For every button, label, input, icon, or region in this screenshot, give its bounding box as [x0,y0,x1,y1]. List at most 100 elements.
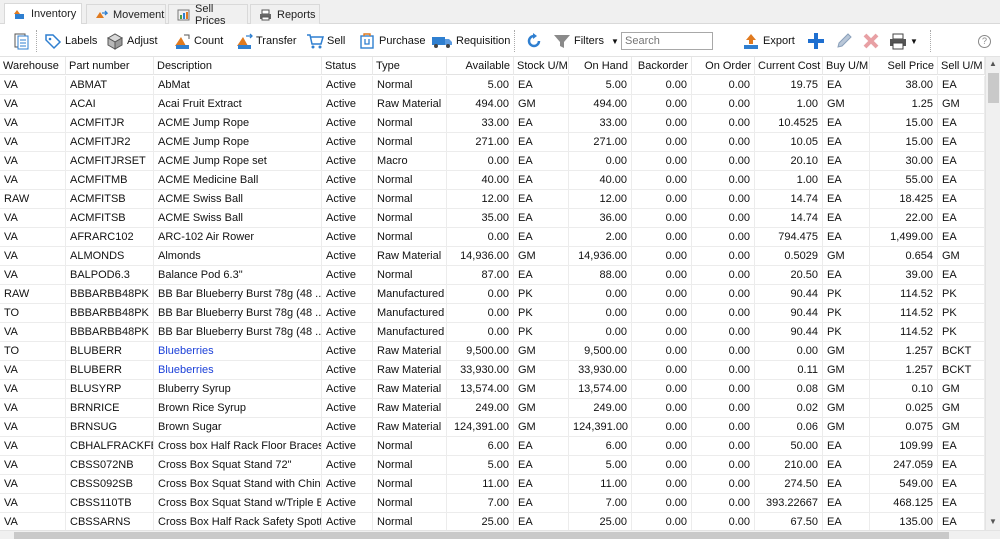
cell-sell-price: 15.00 [870,133,938,152]
table-row[interactable]: VA CBSS110TB Cross Box Squat Stand w/Tripl… [0,494,985,513]
details-button[interactable] [12,30,30,52]
refresh-button[interactable] [525,30,543,52]
labels-button[interactable]: Labels [44,30,97,52]
transfer-button[interactable]: Transfer [235,30,297,52]
tab-sell-prices[interactable]: Sell Prices [168,3,248,27]
cell-on-order: 0.00 [692,418,755,437]
cell-type: Raw Material [373,342,447,361]
search-input[interactable] [621,32,713,50]
table-row[interactable]: VA ALMONDS Almonds Active Raw Material 14,936… [0,247,985,266]
column-header-warehouse[interactable]: Warehouse [0,57,66,75]
help-button[interactable]: ? [978,30,991,52]
column-header-on-order[interactable]: On Order [692,57,755,75]
filters-button[interactable]: Filters [553,30,604,52]
table-row[interactable]: VA BRNSUG Brown Sugar Active Raw Material 124… [0,418,985,437]
vertical-scroll-thumb[interactable] [988,73,999,103]
table-row[interactable]: TO BLUBERR Blueberries Active Raw Material 9,… [0,342,985,361]
cell-sell-um: BCKT [938,342,985,361]
tab-inventory[interactable]: Inventory [4,3,82,24]
edit-button[interactable] [835,30,853,52]
column-header-current-cost[interactable]: Current Cost [755,57,823,75]
table-row[interactable]: VA CBSS092SB Cross Box Squat Stand with Ch… [0,475,985,494]
cell-on-hand: 0.00 [569,323,632,342]
count-label: Count [194,35,224,47]
cell-sell-um: GM [938,418,985,437]
table-row[interactable]: VA ACMFITMB ACME Medicine Ball Active Normal… [0,171,985,190]
table-row[interactable]: VA CBSS072NB Cross Box Squat Stand 72" Acti… [0,456,985,475]
print-button[interactable]: ▼ [889,30,918,52]
cell-type: Raw Material [373,399,447,418]
transfer-label: Transfer [256,35,297,47]
column-header-type[interactable]: Type [373,57,447,75]
table-row[interactable]: VA BLUBERR Blueberries Active Raw Material 33… [0,361,985,380]
column-header-part-number[interactable]: Part number [66,57,154,75]
vertical-scrollbar[interactable]: ▲ ▼ [985,57,1000,530]
tab-reports[interactable]: Reports [250,4,320,24]
export-button[interactable]: Export [742,30,795,52]
cell-warehouse: TO [0,304,66,323]
cell-status: Active [322,342,373,361]
cell-buy-um: EA [823,475,870,494]
column-header-status[interactable]: Status [322,57,373,75]
cell-sell-um: PK [938,304,985,323]
tab-label: Movement [113,8,165,21]
table-row[interactable]: RAW ACMFITSB ACME Swiss Ball Active Normal 12… [0,190,985,209]
delete-button[interactable] [862,30,880,52]
cell-type: Normal [373,437,447,456]
table-row[interactable]: VA ACMFITJR ACME Jump Rope Active Normal 33.0… [0,114,985,133]
count-button[interactable]: Count [173,30,223,52]
cell-available: 33,930.00 [447,361,514,380]
table-row[interactable]: VA BALPOD6.3 Balance Pod 6.3" Active Normal 8… [0,266,985,285]
table-row[interactable]: VA AFRARC102 ARC-102 Air Rower Active Normal… [0,228,985,247]
table-row[interactable]: VA ACMFITJR2 ACME Jump Rope Active Normal 271… [0,133,985,152]
column-header-sell-um[interactable]: Sell U/M [938,57,985,75]
cell-buy-um: EA [823,152,870,171]
table-row[interactable]: TO BBBARBB48PK BB Bar Blueberry Burst 78g … [0,304,985,323]
tab-movement[interactable]: Movement [86,4,166,24]
horizontal-scroll-thumb[interactable] [14,532,949,539]
add-button[interactable] [807,30,825,52]
adjust-button[interactable]: Adjust [106,30,158,52]
cell-backorder: 0.00 [632,285,692,304]
filters-dropdown[interactable]: ▼ [611,30,619,52]
table-row[interactable]: VA ABMAT AbMat Active Normal 5.00 EA 5.00 0.00 0.… [0,76,985,95]
column-header-buy-um[interactable]: Buy U/M [823,57,870,75]
table-row[interactable]: VA BBBARBB48PK BB Bar Blueberry Burst 78g … [0,323,985,342]
cell-warehouse: VA [0,76,66,95]
cell-on-order: 0.00 [692,475,755,494]
column-header-available[interactable]: Available [447,57,514,75]
cell-warehouse: VA [0,437,66,456]
cell-available: 40.00 [447,171,514,190]
column-header-backorder[interactable]: Backorder [632,57,692,75]
cell-on-hand: 33.00 [569,114,632,133]
purchase-button[interactable]: Purchase [358,30,425,52]
sell-label: Sell [327,35,346,47]
table-row[interactable]: VA CBSSARNS Cross Box Half Rack Safety Spo… [0,513,985,530]
scroll-down-icon[interactable]: ▼ [989,517,997,526]
cell-current-cost: 210.00 [755,456,823,475]
cell-backorder: 0.00 [632,304,692,323]
cell-stock-um: EA [514,133,569,152]
table-row[interactable]: VA ACAI Acai Fruit Extract Active Raw Materi… [0,95,985,114]
sell-button[interactable]: Sell [306,30,345,52]
column-header-description[interactable]: Description [154,57,322,75]
column-header-on-hand[interactable]: On Hand [569,57,632,75]
cell-sell-um: GM [938,247,985,266]
cell-type: Raw Material [373,247,447,266]
cell-part-number: BBBARBB48PK [66,304,154,323]
cell-backorder: 0.00 [632,399,692,418]
horizontal-scrollbar[interactable] [0,530,1000,539]
table-row[interactable]: VA ACMFITSB ACME Swiss Ball Active Normal 35.… [0,209,985,228]
table-row[interactable]: VA ACMFITJRSET ACME Jump Rope set Active Mac… [0,152,985,171]
cell-buy-um: GM [823,247,870,266]
table-row[interactable]: VA BLUSYRP Bluberry Syrup Active Raw Materia… [0,380,985,399]
column-header-sell-price[interactable]: Sell Price [870,57,938,75]
column-header-stock-um[interactable]: Stock U/M [514,57,569,75]
cell-on-hand: 5.00 [569,456,632,475]
table-row[interactable]: VA CBHALFRACKFB Cross box Half Rack Floor … [0,437,985,456]
scroll-up-icon[interactable]: ▲ [989,59,997,68]
cell-description: ACME Swiss Ball [154,209,322,228]
requisition-button[interactable]: Requisition [431,30,510,52]
table-row[interactable]: VA BRNRICE Brown Rice Syrup Active Raw Mater… [0,399,985,418]
table-row[interactable]: RAW BBBARBB48PK BB Bar Blueberry Burst 78g… [0,285,985,304]
